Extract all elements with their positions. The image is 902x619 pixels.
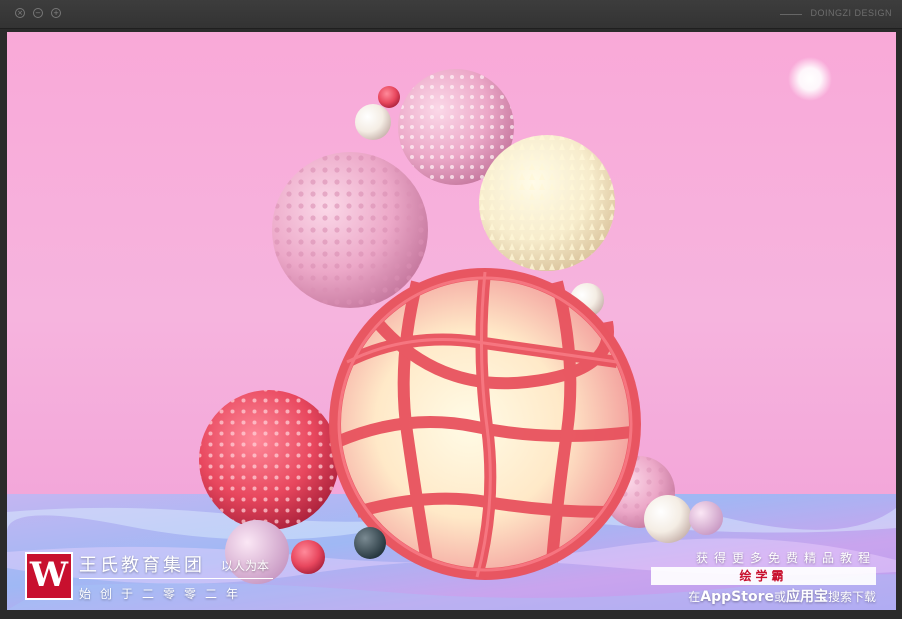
brand-divider [780, 14, 802, 15]
organization-motto: 以人为本 [221, 559, 270, 573]
title-bar: × − + DOINGZI DESIGN [0, 0, 902, 29]
promo-prefix: 在 [688, 590, 701, 604]
promo-app-name: 绘学霸 [651, 567, 876, 585]
watermark-divider [79, 578, 273, 579]
promo-store-appstore: AppStore [700, 589, 774, 605]
brand-label: DOINGZI DESIGN [810, 8, 892, 18]
promo-store-yingyongbao: 应用宝 [785, 589, 828, 605]
promo-line: 获得更多免费精品教程 [695, 551, 876, 565]
artwork-canvas: W 王氏教育集团 以人为本 始创于二零零二年 获得更多免费精品教程 绘学霸 在A… [7, 32, 896, 610]
promo-or: 或 [773, 590, 786, 604]
organization-founded: 始创于二零零二年 [79, 587, 248, 601]
minimize-icon[interactable]: − [33, 8, 43, 18]
organization-name: 王氏教育集团 [79, 555, 205, 576]
artwork-illustration [7, 32, 896, 610]
promo-download-line: 在AppStore或应用宝搜索下载 [688, 586, 876, 606]
logo-icon: W [25, 552, 73, 600]
maximize-icon[interactable]: + [51, 8, 61, 18]
close-icon[interactable]: × [15, 8, 25, 18]
promo-suffix: 搜索下载 [827, 590, 876, 604]
